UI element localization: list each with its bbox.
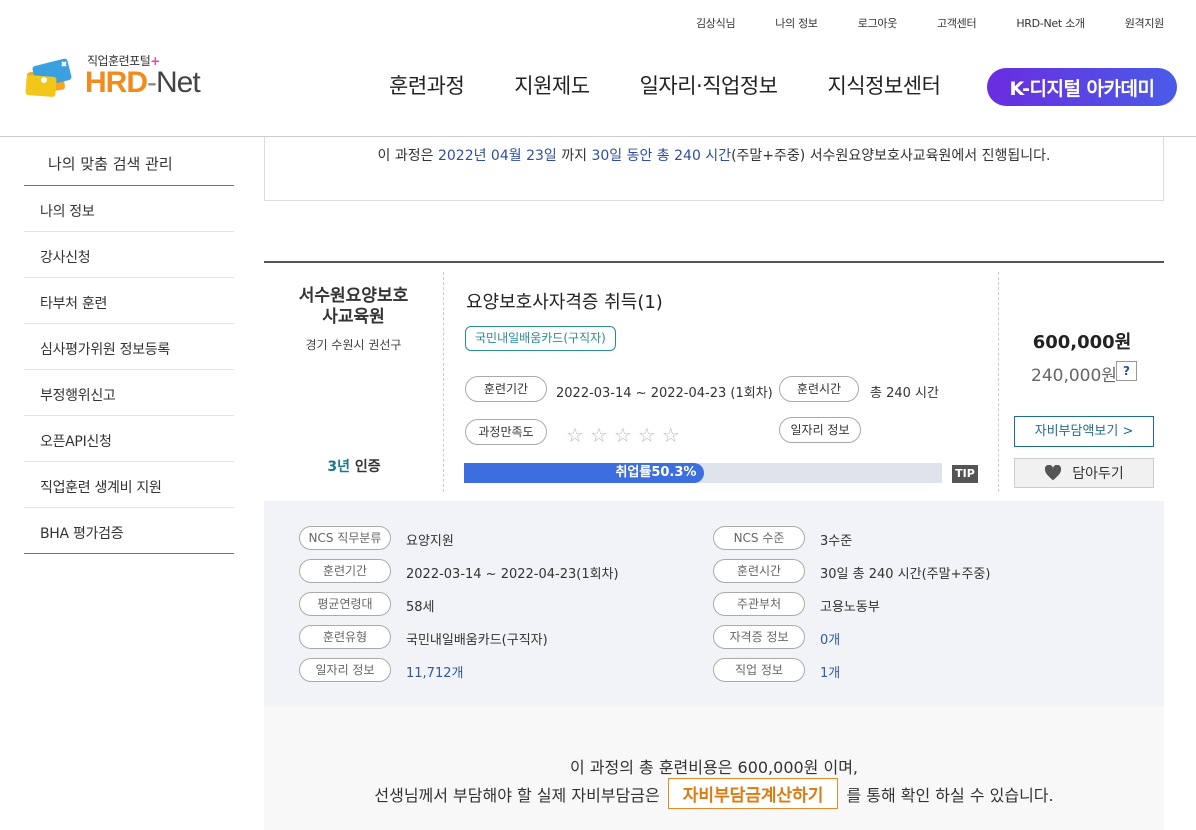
view-self-pay-button[interactable]: 자비부담액보기 > — [1014, 416, 1154, 447]
course-summary-notice: 이 과정은 2022년 04월 23일 까지 30일 동안 총 240 시간(주… — [264, 137, 1164, 201]
cost-line-2: 선생님께서 부담해야 할 실제 자비부담금은 자비부담금계산하기 를 통해 확인… — [264, 778, 1164, 809]
logo-wordmark: HRD-Net — [85, 66, 201, 99]
sidebar: 나의 맞춤 검색 관리 나의 정보 강사신청 타부처 훈련 심사평가위원 정보등… — [24, 137, 234, 554]
training-type-tag: 국민내일배움카드(구직자) — [465, 326, 616, 351]
notice-text: 이 과정은 — [377, 148, 438, 164]
self-pay-calculator-button[interactable]: 자비부담금계산하기 — [667, 778, 839, 809]
star-icon: ☆ — [566, 423, 584, 447]
detail-label: 훈련기간 — [299, 559, 391, 583]
period-value: 2022-03-14 ~ 2022-04-23 (1회차) — [556, 386, 773, 401]
detail-value: 58세 — [406, 600, 435, 615]
course-price: 600,000원 — [1032, 332, 1132, 353]
detail-label: 평균연령대 — [299, 592, 391, 616]
cert-years: 3년 — [327, 459, 350, 475]
notice-text: (주말+주중) 서수원요양보호사교육원에서 진행됩니다. — [731, 148, 1051, 164]
detail-label: 일자리 정보 — [299, 658, 391, 682]
employment-rate-fill: 취업률50.3% — [464, 463, 705, 483]
course-details: NCS 직무분류 요양지원 훈련기간 2022-03-14 ~ 2022-04-… — [264, 501, 1164, 706]
certification-badge: 3년 인증 — [264, 456, 444, 476]
hours-label: 훈련시간 — [779, 376, 859, 402]
detail-value: 30일 총 240 시간(주말+주중) — [820, 567, 991, 582]
utility-nav: 김상식님 나의 정보 로그아웃 고객센터 HRD-Net 소개 원격지원 — [656, 15, 1164, 31]
detail-value: 2022-03-14 ~ 2022-04-23(1회차) — [406, 567, 619, 582]
cost-line-2-pre: 선생님께서 부담해야 할 실제 자비부담금은 — [374, 785, 660, 805]
detail-value: 요양지원 — [406, 534, 454, 549]
sidebar-item-instructor-apply[interactable]: 강사신청 — [24, 232, 234, 278]
institution-panel: 서수원요양보호사교육원 경기 수원시 권선구 3년 인증 — [264, 272, 444, 492]
self-pay-amount: 240,000원 — [1031, 366, 1117, 386]
util-logout[interactable]: 로그아웃 — [858, 15, 898, 31]
bookmark-label: 담아두기 — [1072, 466, 1124, 482]
notice-text: 까지 — [556, 148, 592, 164]
util-customer-center[interactable]: 고객센터 — [937, 15, 977, 31]
heart-icon — [1045, 465, 1062, 481]
detail-label: 자격증 정보 — [713, 625, 805, 649]
detail-value: 국민내일배움카드(구직자) — [406, 633, 548, 648]
sidebar-item-open-api[interactable]: 오픈API신청 — [24, 416, 234, 462]
help-icon[interactable]: ? — [1116, 361, 1137, 381]
card-divider — [264, 261, 1164, 263]
job-count-link[interactable]: 11,712개 — [406, 662, 463, 681]
cost-line-1: 이 과정의 총 훈련비용은 600,000원 이며, — [569, 758, 859, 777]
cost-line-2-post: 를 통해 확인 하실 수 있습니다. — [846, 785, 1054, 805]
occupation-count-link[interactable]: 1개 — [820, 662, 840, 681]
institution-location: 경기 수원시 권선구 — [305, 338, 402, 352]
notice-end-date: 2022년 04월 23일 — [437, 148, 557, 164]
course-title[interactable]: 요양보호사자격증 취득(1) — [466, 288, 663, 314]
cost-notice: 이 과정의 총 훈련비용은 600,000원 이며, 선생님께서 부담해야 할 … — [264, 706, 1164, 830]
util-user-name[interactable]: 김상식님 — [696, 15, 736, 31]
satisfaction-stars: ☆ ☆ ☆ ☆ ☆ — [566, 423, 680, 447]
util-remote-support[interactable]: 원격지원 — [1125, 15, 1165, 31]
detail-label: NCS 직무분류 — [299, 526, 391, 550]
certificate-count-link[interactable]: 0개 — [820, 629, 840, 648]
sidebar-item-misconduct-report[interactable]: 부정행위신고 — [24, 370, 234, 416]
tip-button[interactable]: TIP — [952, 465, 978, 483]
util-my-info[interactable]: 나의 정보 — [775, 15, 818, 31]
sidebar-item-bha[interactable]: BHA 평가검증 — [24, 508, 234, 554]
course-info-panel: 요양보호사자격증 취득(1) 국민내일배움카드(구직자) 훈련기간 2022-0… — [444, 272, 999, 492]
detail-label: NCS 수준 — [713, 526, 805, 550]
hrd-net-logo[interactable]: 직업훈련포털+ HRD-Net — [24, 50, 224, 102]
employment-rate-bar: 취업률50.3% — [464, 463, 942, 483]
bookmark-button[interactable]: 담아두기 — [1014, 458, 1154, 488]
detail-value: 3수준 — [820, 534, 853, 549]
detail-label: 훈련유형 — [299, 625, 391, 649]
detail-value: 고용노동부 — [820, 600, 880, 615]
sidebar-item-my-info[interactable]: 나의 정보 — [24, 186, 234, 232]
notice-duration: 30일 동안 총 240 시간 — [591, 148, 732, 164]
cert-label: 인증 — [354, 459, 381, 475]
detail-label: 직업 정보 — [713, 658, 805, 682]
price-panel: 600,000원 240,000원 ? 자비부담액보기 > 담아두기 — [1000, 272, 1164, 492]
nav-k-digital-academy[interactable]: K-디지털 아카데미 — [987, 68, 1177, 106]
sidebar-item-custom-search[interactable]: 나의 맞춤 검색 관리 — [24, 137, 234, 186]
nav-training-courses[interactable]: 훈련과정 — [389, 70, 465, 100]
nav-job-info[interactable]: 일자리·직업정보 — [640, 70, 778, 100]
detail-label: 주관부처 — [713, 592, 805, 616]
sidebar-item-evaluator-register[interactable]: 심사평가위원 정보등록 — [24, 324, 234, 370]
institution-name[interactable]: 서수원요양보호사교육원 — [299, 286, 409, 328]
star-icon: ☆ — [661, 423, 680, 447]
sidebar-item-living-cost[interactable]: 직업훈련 생계비 지원 — [24, 462, 234, 508]
logo-cards-icon — [25, 58, 72, 97]
sidebar-item-other-ministry[interactable]: 타부처 훈련 — [24, 278, 234, 324]
period-label: 훈련기간 — [465, 376, 547, 402]
star-icon: ☆ — [637, 423, 656, 447]
main-nav: 훈련과정 지원제도 일자리·직업정보 지식정보센터 K-디지털 아카데미 — [389, 68, 1177, 106]
detail-label: 훈련시간 — [713, 559, 805, 583]
satisfaction-label: 과정만족도 — [465, 419, 547, 445]
job-info-button[interactable]: 일자리 정보 — [779, 417, 861, 443]
hours-value: 총 240 시간 — [870, 386, 939, 401]
star-icon: ☆ — [613, 423, 632, 447]
nav-support-system[interactable]: 지원제도 — [514, 70, 590, 100]
nav-knowledge-center[interactable]: 지식정보센터 — [827, 70, 940, 100]
util-about[interactable]: HRD-Net 소개 — [1016, 15, 1085, 31]
star-icon: ☆ — [589, 423, 608, 447]
